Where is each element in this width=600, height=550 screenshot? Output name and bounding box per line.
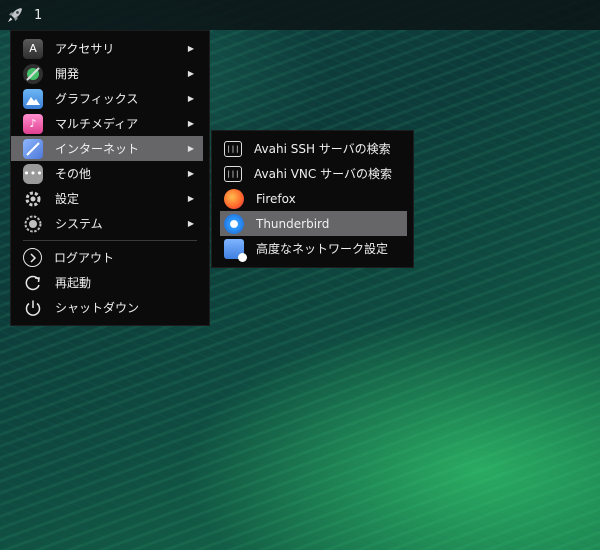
multimedia-icon: ♪	[23, 113, 43, 134]
submenu-arrow-icon: ▶	[187, 69, 194, 78]
submenu-arrow-icon: ▶	[187, 144, 194, 153]
menu-item-multimedia[interactable]: ♪ マルチメディア ▶	[11, 111, 203, 136]
menu-item-avahi-ssh[interactable]: ||| Avahi SSH サーバの検索	[220, 136, 407, 161]
menu-item-avahi-vnc[interactable]: ||| Avahi VNC サーバの検索	[220, 161, 407, 186]
taskbar: 1	[0, 0, 600, 30]
menu-item-label: 再起動	[55, 276, 92, 290]
logout-icon	[23, 248, 42, 267]
menu-item-graphics[interactable]: グラフィックス ▶	[11, 86, 203, 111]
menu-item-label: Thunderbird	[256, 216, 330, 231]
other-icon: •••	[23, 163, 43, 184]
menu-item-label: 高度なネットワーク設定	[256, 242, 389, 256]
network-settings-icon	[224, 238, 247, 262]
menu-item-other[interactable]: ••• その他 ▶	[11, 161, 203, 186]
avahi-vnc-icon: |||	[224, 165, 242, 182]
menu-item-label: 設定	[55, 192, 80, 206]
accessories-icon: A	[23, 38, 43, 59]
submenu-arrow-icon: ▶	[187, 169, 194, 178]
menu-item-label: その他	[55, 167, 92, 181]
menu-item-label: 開発	[55, 67, 80, 81]
thunderbird-icon	[224, 213, 244, 234]
menu-item-network-settings[interactable]: 高度なネットワーク設定	[220, 236, 407, 262]
menu-item-thunderbird[interactable]: Thunderbird	[220, 211, 407, 236]
settings-icon	[23, 189, 43, 209]
development-icon	[23, 63, 43, 84]
menu-item-label: インターネット	[55, 142, 140, 156]
menu-item-label: アクセサリ	[55, 42, 115, 56]
submenu-arrow-icon: ▶	[187, 194, 194, 203]
menu-item-label: Avahi VNC サーバの検索	[254, 167, 392, 181]
workspace-indicator[interactable]: 1	[34, 8, 42, 23]
menu-item-development[interactable]: 開発 ▶	[11, 61, 203, 86]
app-launcher-button[interactable]	[0, 0, 30, 30]
submenu-arrow-icon: ▶	[187, 119, 194, 128]
menu-item-label: シャットダウン	[55, 301, 140, 315]
menu-item-shutdown[interactable]: シャットダウン	[11, 295, 203, 320]
graphics-icon	[23, 88, 43, 109]
avahi-ssh-icon: |||	[224, 140, 242, 157]
menu-item-firefox[interactable]: Firefox	[220, 186, 407, 211]
menu-item-logout[interactable]: ログアウト	[11, 245, 203, 270]
menu-item-system[interactable]: システム ▶	[11, 211, 203, 236]
menu-item-label: Avahi SSH サーバの検索	[254, 142, 391, 156]
menu-item-label: Firefox	[256, 191, 296, 206]
system-icon	[23, 214, 43, 234]
submenu-arrow-icon: ▶	[187, 219, 194, 228]
shutdown-icon	[23, 298, 43, 318]
rocket-icon	[8, 8, 22, 22]
menu-item-label: グラフィックス	[55, 92, 139, 106]
submenu-arrow-icon: ▶	[187, 44, 194, 53]
internet-submenu: ||| Avahi SSH サーバの検索 ||| Avahi VNC サーバの検…	[211, 130, 414, 268]
menu-item-settings[interactable]: 設定 ▶	[11, 186, 203, 211]
menu-item-reboot[interactable]: 再起動	[11, 270, 203, 295]
application-menu: A アクセサリ ▶ 開発 ▶ グラフィックス ▶ ♪ マルチメディア ▶ インタ…	[10, 30, 210, 326]
menu-item-label: システム	[55, 217, 103, 231]
firefox-icon	[224, 188, 244, 209]
internet-icon	[23, 138, 43, 159]
menu-separator	[23, 240, 197, 241]
menu-item-label: マルチメディア	[55, 117, 139, 131]
menu-item-label: ログアウト	[54, 251, 115, 265]
submenu-arrow-icon: ▶	[187, 94, 194, 103]
menu-item-internet[interactable]: インターネット ▶	[11, 136, 203, 161]
menu-item-accessories[interactable]: A アクセサリ ▶	[11, 36, 203, 61]
reboot-icon	[23, 273, 43, 293]
